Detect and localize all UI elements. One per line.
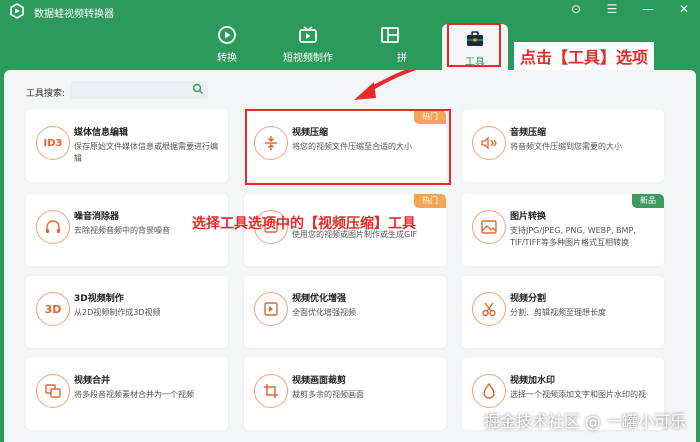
collage-icon [381,27,399,43]
tool-card-video-crop[interactable]: 视频画面裁剪 裁剪多余的视频画面 [244,358,446,430]
tool-card-media-info[interactable]: ID3 媒体信息编辑 保存原始文件媒体信息或根据需要进行编辑 [26,110,228,182]
top-callout: 点击【工具】选项 [514,42,655,70]
app-logo-icon [10,3,24,19]
watermark-icon [472,374,506,408]
tab-convert[interactable]: 转换 [205,24,249,70]
new-badge: 新品 [632,194,664,208]
video-compress-highlight [245,109,451,185]
3d-icon: 3D [36,292,70,326]
tool-card-video-split[interactable]: 视频分割 分割、剪辑视频至理想长度 [462,276,664,348]
scissors-icon [472,292,506,326]
tool-card-3d-video[interactable]: 3D 3D视频制作 从2D视频制作成3D视频 [26,276,228,348]
menu-icon[interactable]: ☰ [604,2,620,16]
merge-icon [36,374,70,408]
crop-icon [254,374,288,408]
enhance-icon [254,292,288,326]
search-input[interactable] [70,81,208,99]
short-video-icon [299,26,317,43]
watermark-text: 掘金技术社区 @ 一罐小可乐 [483,412,686,431]
hot-badge: 热门 [414,194,446,208]
tab-short-video[interactable]: 短视频制作 [283,24,333,70]
mid-callout: 选择工具选项中的【视频压缩】工具 [192,216,416,232]
app-title: 数据蛙视频转换器 [34,9,114,20]
search-icon[interactable] [192,83,204,95]
minimize-button[interactable]: — [640,2,656,16]
tool-card-video-merge[interactable]: 视频合并 将多段音视频素材合并为一个视频 [26,358,228,430]
convert-icon [218,26,236,44]
red-arrow-icon [354,70,417,100]
tab-collage[interactable]: 拼 [375,24,407,70]
id3-icon: ID3 [36,126,70,160]
tools-panel: 工具搜索: ID3 媒体信息编辑 保存原始文件媒体信息或根据需要进行编辑 视频压… [4,70,696,442]
tools-tab-highlight [447,23,501,67]
image-convert-icon [472,210,506,244]
noise-remover-icon [36,210,70,244]
feedback-icon[interactable]: ⊙ [568,2,584,16]
search-label: 工具搜索: [26,89,66,99]
close-button[interactable]: ✕ [676,2,692,16]
tool-card-audio-compress[interactable]: 音频压缩 将音频文件压缩到您需要的大小 [462,110,664,182]
tool-card-image-convert[interactable]: 图片转换 支持JPG/JPEG, PNG, WEBP, BMP, TIF/TIF… [462,194,664,266]
audio-compress-icon [472,126,506,160]
tool-card-video-enhance[interactable]: 视频优化增强 全面优化增强视频 [244,276,446,348]
